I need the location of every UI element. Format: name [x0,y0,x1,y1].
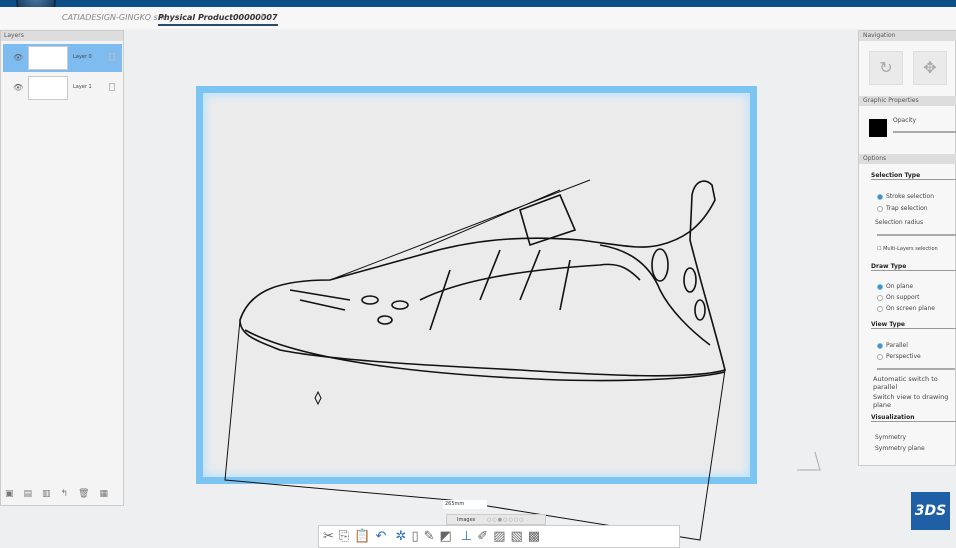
rotate-button[interactable]: ↻ [869,51,903,85]
images-label: Images [457,517,476,523]
trap-selection-radio[interactable]: Trap selection [877,205,928,212]
selection-radius-label: Selection radius [875,219,924,226]
layer-tool-icon[interactable]: ▧ [510,529,522,544]
images-bar[interactable]: Images ○○●○○○○ [446,514,546,525]
copy-icon[interactable]: ⎘ [339,529,349,544]
image-icon[interactable]: ▨ [493,529,505,544]
visualization-header[interactable]: Visualization [871,414,956,422]
page-dots[interactable]: ○○●○○○○ [487,515,525,525]
sheet-icon[interactable]: ▩ [528,529,540,544]
parallel-radio[interactable]: Parallel [877,342,908,349]
selection-radius-slider[interactable] [877,234,956,236]
perspective-slider[interactable] [877,368,955,370]
options-header[interactable]: Options [859,154,956,164]
symmetry-plane-label[interactable]: Symmetry plane [875,445,925,452]
navigation-header[interactable]: Navigation [859,31,956,41]
undo-icon[interactable]: ↶ [376,529,387,544]
on-support-radio[interactable]: On support [877,294,919,301]
on-plane-radio[interactable]: On plane [877,283,913,290]
cut-icon[interactable]: ✂ [323,529,334,544]
options-panel: Navigation ↻ ✥ Graphic Properties Opacit… [858,30,956,466]
opacity-slider[interactable] [893,131,956,133]
on-screen-plane-radio[interactable]: On screen plane [877,305,935,312]
page-icon[interactable]: ▯ [411,529,418,544]
view-type-header[interactable]: View Type [871,321,956,329]
pan-button[interactable]: ✥ [913,51,947,85]
brush-icon[interactable]: ✎ [424,529,435,544]
stroke-selection-radio[interactable]: Stroke selection [877,193,934,200]
stamp-icon[interactable]: ⊥ [461,529,472,544]
color-swatch[interactable] [869,119,887,137]
opacity-label: Opacity [893,117,917,124]
3ds-logo: 3DS [911,492,950,530]
draw-type-header[interactable]: Draw Type [871,263,956,271]
action-toolbar: ✂ ⎘ 📋 ↶ ✲ ▯ ✎ ◩ ⊥ ✐ ▨ ▧ ▩ [318,525,680,548]
measurement-label: 265mm [443,500,487,509]
stroke-tool-icon[interactable]: ✐ [477,529,488,544]
select-icon[interactable]: ◩ [440,529,452,544]
auto-switch-label[interactable]: Automatic switch to parallel [873,375,951,391]
symmetry-label[interactable]: Symmetry [875,434,906,441]
selection-type-header[interactable]: Selection Type [871,172,956,180]
switch-view-label[interactable]: Switch view to drawing plane [873,393,951,409]
paste-icon[interactable]: 📋 [354,529,370,544]
perspective-radio[interactable]: Perspective [877,353,921,360]
settings-icon[interactable]: ✲ [396,529,407,544]
multi-layers-checkbox[interactable]: ☐ Multi-Layers selection [877,246,938,252]
graphic-properties-header[interactable]: Graphic Properties [859,96,956,106]
shoe-sketch [224,179,821,541]
